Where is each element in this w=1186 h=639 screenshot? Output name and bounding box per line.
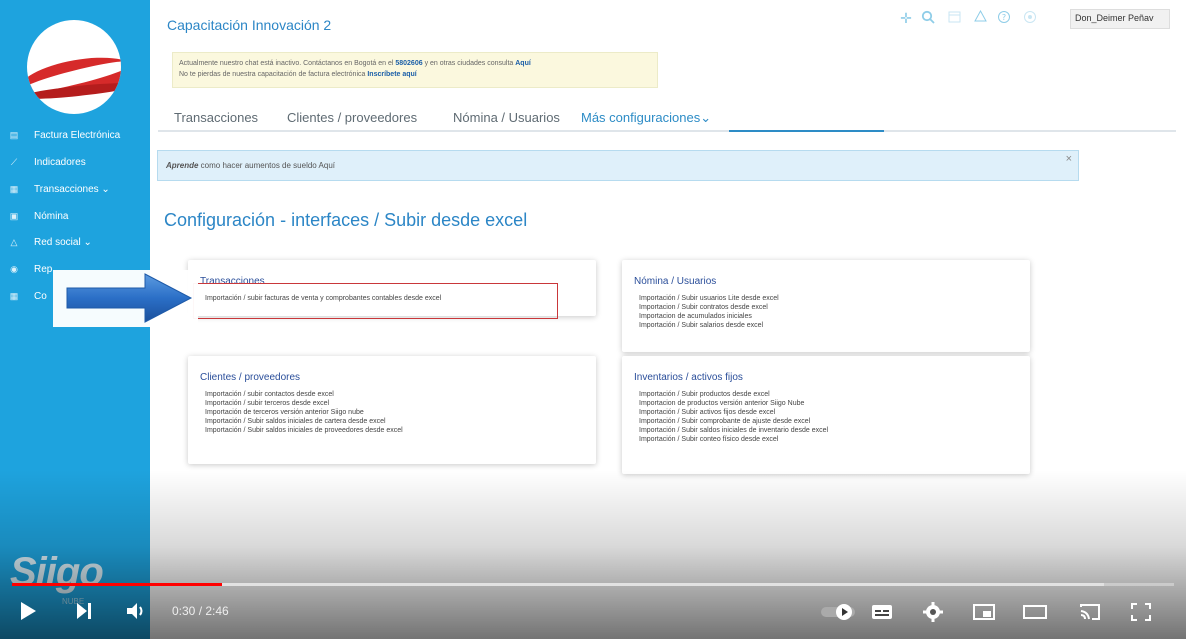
card-link[interactable]: Importación / Subir comprobante de ajust… (639, 417, 828, 426)
video-frame[interactable]: ▤ Factura Electrónica ⟋ Indicadores ▦ Tr… (0, 0, 1186, 639)
card-link[interactable]: Importación de terceros versión anterior… (205, 408, 403, 417)
fullscreen-icon[interactable] (1130, 602, 1152, 627)
user-name: Don_Deimer Peña (1075, 13, 1150, 23)
card-title: Clientes / proveedores (200, 372, 301, 383)
notice-text: No te pierdas de nuestra capacitación de… (179, 71, 368, 78)
sidebar-item-nomina[interactable]: ▣ Nómina (8, 207, 69, 225)
theater-mode-icon[interactable] (1022, 602, 1048, 627)
card-link[interactable]: Importación / Subir salarios desde excel (639, 321, 779, 330)
top-bar: Capacitación Innovación 2 ✛ ? Don_Deimer… (150, 0, 1186, 40)
active-tab-indicator (729, 130, 884, 132)
close-icon[interactable]: × (1066, 153, 1072, 165)
card-title: Nómina / Usuarios (634, 276, 717, 287)
cast-icon[interactable] (1078, 602, 1102, 627)
card-link[interactable]: Importación / Subir productos desde exce… (639, 390, 828, 399)
info-banner-text: como hacer aumentos de sueldo Aquí (198, 161, 335, 170)
card-link[interactable]: Importación / Subir usuarios Lite desde … (639, 294, 779, 303)
sidebar-item-transacciones[interactable]: ▦ Transacciones ⌄ (8, 180, 110, 198)
sidebar-item-red-social[interactable]: △ Red social ⌄ (8, 233, 92, 251)
tab-transacciones[interactable]: Transacciones (174, 110, 258, 125)
sidebar-item-indicadores[interactable]: ⟋ Indicadores (8, 153, 86, 171)
gear-icon[interactable] (922, 601, 944, 628)
sidebar-item-reportes[interactable]: ◉ Rep (8, 260, 52, 278)
notice-text: Actualmente nuestro chat está inactivo. … (179, 60, 396, 67)
document-icon: ▤ (9, 129, 19, 140)
card-link[interactable]: Importación / Subir activos fijos desde … (639, 408, 828, 417)
card-inventarios-activos: Inventarios / activos fijos Importación … (622, 356, 1030, 474)
info-banner-strong: Aprende (166, 161, 199, 170)
card-link[interactable]: Importación / Subir conteo físico desde … (639, 435, 828, 444)
play-icon[interactable] (18, 600, 38, 627)
sidebar-item-label: Red social ⌄ (34, 236, 92, 248)
add-icon[interactable]: ✛ (898, 10, 914, 26)
list-icon: ▦ (9, 183, 19, 194)
payroll-icon: ▣ (9, 210, 19, 221)
next-icon[interactable] (74, 600, 94, 627)
chevron-down-icon: v (1149, 13, 1154, 23)
card-link[interactable]: Importación / subir terceros desde excel (205, 399, 403, 408)
volume-icon[interactable] (125, 600, 149, 627)
chat-notice: Actualmente nuestro chat está inactivo. … (172, 52, 658, 88)
card-title: Inventarios / activos fijos (634, 372, 743, 383)
card-link[interactable]: Importación / Subir saldos iniciales de … (205, 417, 403, 426)
sidebar-item-configuracion[interactable]: ▦ Co (8, 287, 47, 305)
time-display: 0:30 / 2:46 (172, 604, 229, 618)
sidebar-item-factura-electronica[interactable]: ▤ Factura Electrónica (8, 126, 120, 144)
card-nomina-usuarios: Nómina / Usuarios Importación / Subir us… (622, 260, 1030, 352)
tab-clientes-proveedores[interactable]: Clientes / proveedores (287, 110, 417, 125)
sidebar-item-label: Rep (34, 263, 53, 275)
sidebar-item-label: Co (34, 290, 47, 302)
arrow-right-icon (66, 273, 193, 323)
chart-icon: ⟋ (10, 156, 18, 167)
card-link[interactable]: Importación / Subir saldos iniciales de … (639, 426, 828, 435)
notice-text: y en otras ciudades consulta (422, 60, 516, 67)
svg-text:?: ? (1002, 13, 1006, 22)
miniplayer-icon[interactable] (972, 602, 996, 627)
calendar-icon[interactable] (946, 10, 962, 26)
company-title[interactable]: Capacitación Innovación 2 (167, 17, 331, 33)
main-tabs: Transacciones Clientes / proveedores Nóm… (158, 108, 1176, 132)
card-clientes-proveedores: Clientes / proveedores Importación / sub… (188, 356, 596, 464)
card-link-list: Importación / Subir usuarios Lite desde … (639, 294, 779, 330)
card-link-list: Importación / Subir productos desde exce… (639, 390, 828, 444)
card-link[interactable]: Importacion de acumulados iniciales (639, 312, 779, 321)
card-link[interactable]: Importacion / Subir contratos desde exce… (639, 303, 779, 312)
card-link-list: Importación / subir contactos desde exce… (205, 390, 403, 435)
notifications-icon[interactable] (972, 9, 988, 26)
social-icon: △ (10, 236, 18, 247)
tab-mas-configuraciones[interactable]: Más configuraciones⌄ (581, 110, 711, 126)
reports-icon: ◉ (10, 263, 18, 274)
card-link[interactable]: Importación / subir contactos desde exce… (205, 390, 403, 399)
settings-icon[interactable] (1022, 10, 1038, 26)
pointer-arrow-overlay (53, 270, 198, 327)
search-icon[interactable] (920, 10, 936, 26)
user-menu[interactable]: Don_Deimer Peñav (1070, 9, 1170, 29)
tab-nomina-usuarios[interactable]: Nómina / Usuarios (453, 110, 560, 125)
page-title: Configuración - interfaces / Subir desde… (164, 210, 528, 230)
progress-bar[interactable] (12, 583, 1174, 586)
siigo-brand-logo: Siigo (10, 550, 104, 594)
info-banner: Aprende como hacer aumentos de sueldo Aq… (157, 150, 1079, 181)
autoplay-toggle-icon[interactable] (820, 602, 858, 627)
sidebar-item-label: Indicadores (34, 156, 86, 168)
grid-icon: ▦ (9, 290, 19, 301)
notice-link-aqui[interactable]: Aquí (515, 60, 531, 67)
card-link[interactable]: Importación / Subir saldos iniciales de … (205, 426, 403, 435)
sidebar-item-label: Nómina (34, 210, 69, 222)
card-link[interactable]: Importacion de productos versión anterio… (639, 399, 828, 408)
siigo-logo-badge[interactable] (27, 20, 121, 114)
sidebar-item-label: Factura Electrónica (34, 129, 121, 141)
sidebar-item-label: Transacciones ⌄ (34, 183, 110, 195)
notice-phone: 5802606 (395, 60, 423, 67)
notice-link-inscribete[interactable]: Inscríbete aquí (367, 71, 416, 78)
subtitles-icon[interactable] (870, 602, 894, 627)
played-bar (12, 583, 223, 586)
help-icon[interactable]: ? (996, 10, 1012, 26)
highlight-box (193, 283, 558, 319)
